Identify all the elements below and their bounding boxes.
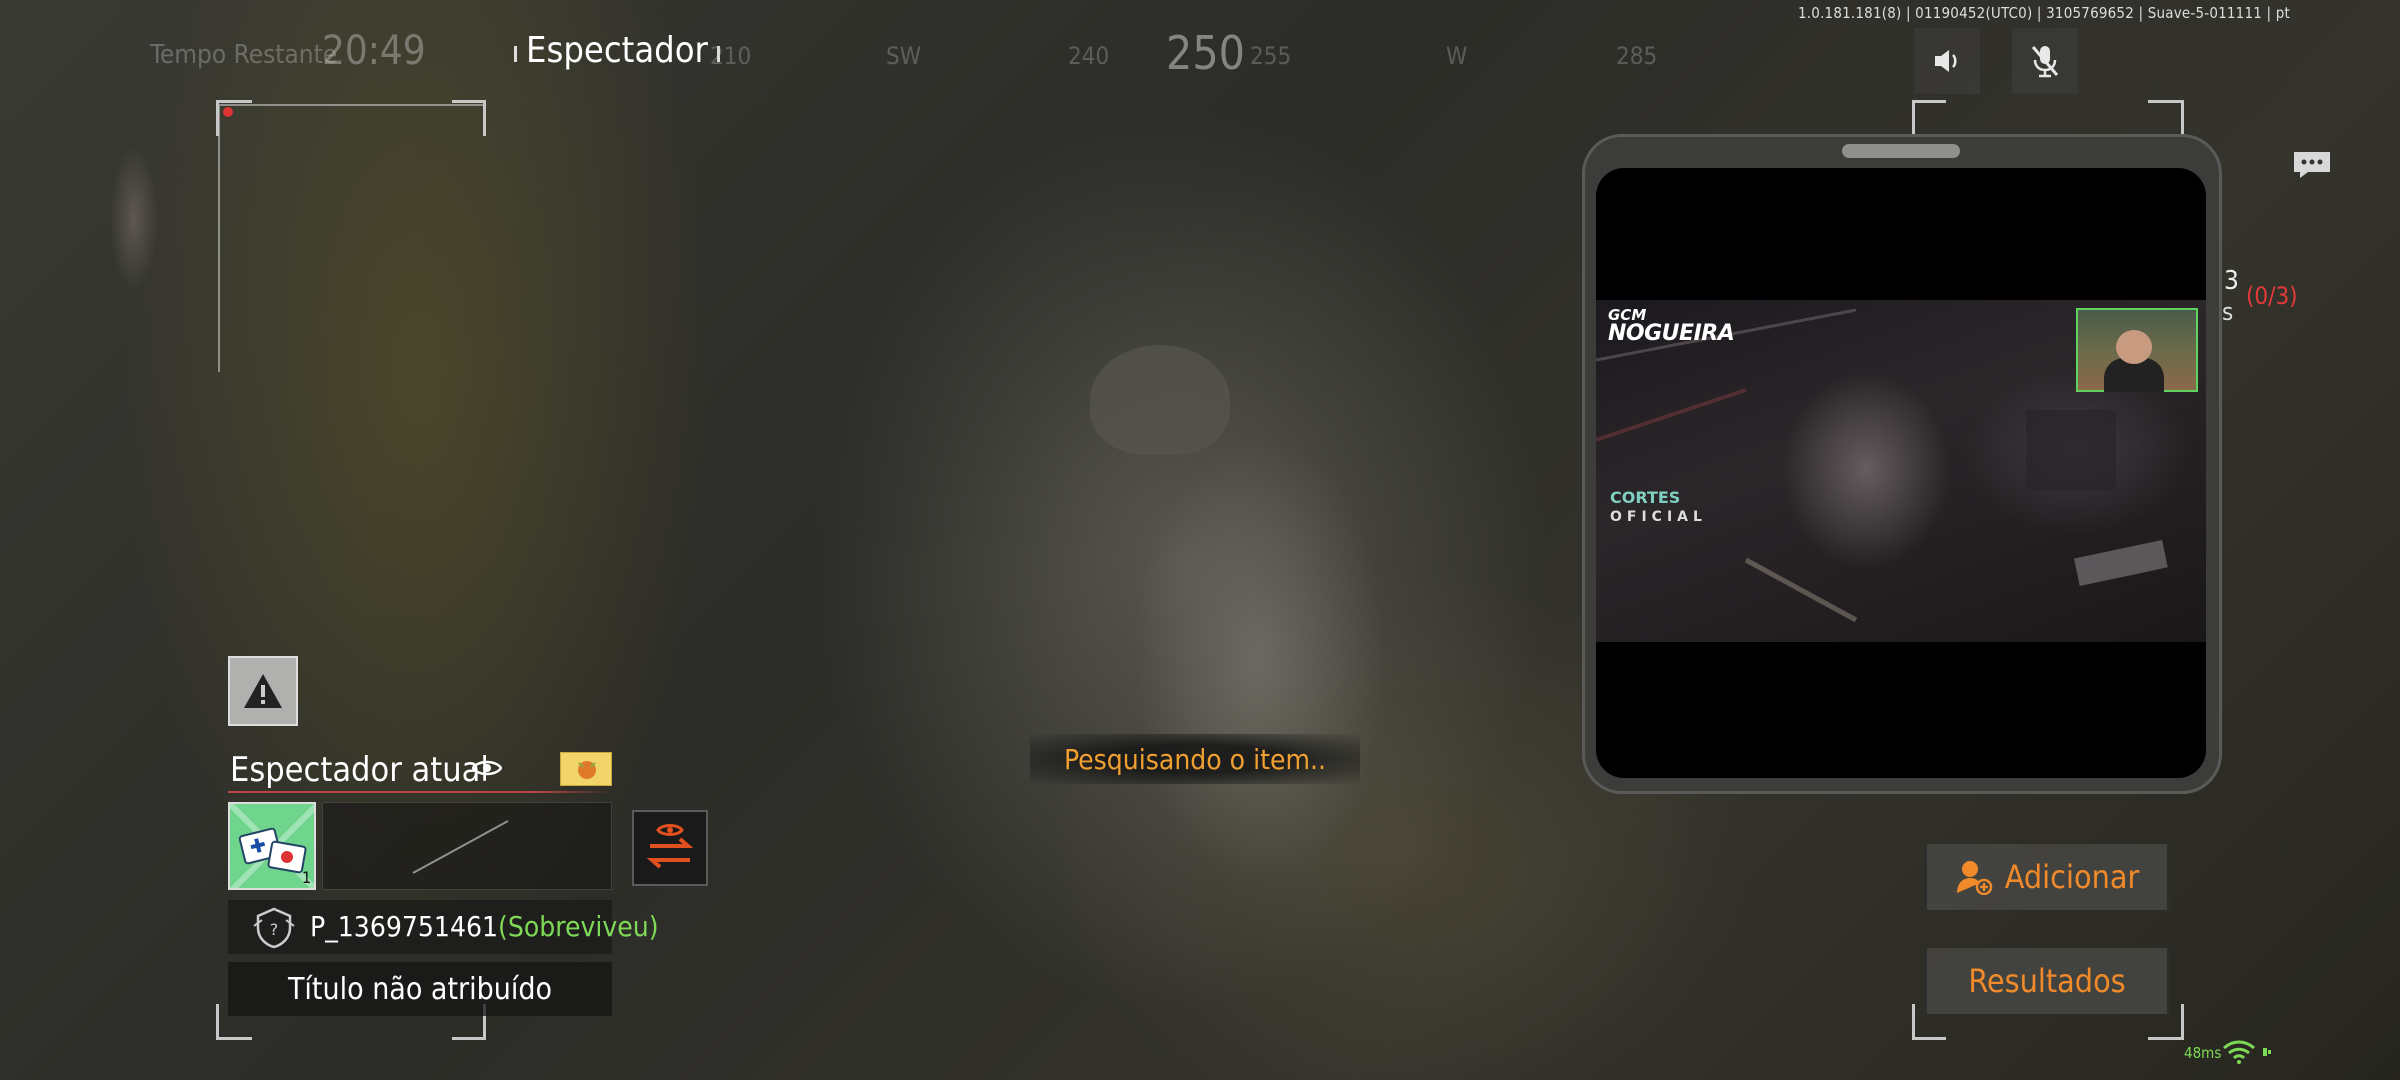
- svg-text:?: ?: [270, 920, 279, 939]
- pip-person-face: [2116, 330, 2152, 364]
- rank-icon: ?: [253, 907, 295, 949]
- video-logo-line1: CORTES: [1610, 488, 1681, 507]
- compass-heading: 250: [1166, 26, 1245, 80]
- mic-toggle-button[interactable]: [2012, 28, 2078, 94]
- signal-indicator-icon: [2263, 1048, 2271, 1056]
- results-button[interactable]: Resultados: [1924, 948, 2170, 1014]
- compass-tick: 210: [710, 42, 752, 70]
- video-logo-line2: OFICIAL: [1610, 509, 1707, 525]
- video-logo: CORTES OFICIAL: [1610, 488, 1707, 525]
- report-warning-button[interactable]: [228, 656, 298, 726]
- stats-graph-line: [412, 820, 509, 874]
- add-friend-label: Adicionar: [2004, 858, 2140, 896]
- add-friend-icon: [1956, 861, 1992, 895]
- player-name-text: P_1369751461: [310, 910, 499, 943]
- clan-flag-badge: [560, 752, 612, 786]
- server-info: 1.0.181.181(8) | 01190452(UTC0) | 310576…: [1798, 4, 2290, 22]
- squad-count: 3: [2224, 266, 2239, 296]
- player-title-row: Título não atribuído: [228, 962, 612, 1016]
- mic-muted-icon: [2031, 46, 2059, 78]
- spectator-divider: [228, 791, 612, 793]
- flag-emblem-icon: [578, 761, 596, 779]
- compass-tick: 240: [1068, 42, 1110, 70]
- compass-tick: 255: [1250, 42, 1292, 70]
- stats-graph-panel: [322, 802, 612, 890]
- compass-tick: W: [1446, 42, 1468, 70]
- sound-toggle-button[interactable]: [1914, 28, 1980, 94]
- video-overlay-title: GCM NOGUEIRA: [1608, 308, 1735, 346]
- player-status-text: (Sobreviveu): [498, 910, 659, 943]
- minimap[interactable]: [218, 104, 486, 372]
- squad-ratio: (0/3): [2246, 282, 2298, 310]
- eye-icon: [472, 760, 502, 776]
- compass-tick: SW: [886, 42, 922, 70]
- minimap-marker-icon: [223, 107, 233, 117]
- chat-bubble-icon[interactable]: [2292, 150, 2332, 180]
- speaker-icon: [1935, 50, 1957, 72]
- compass-tick: 285: [1616, 42, 1658, 70]
- video-pip-webcam: [2076, 308, 2198, 392]
- spectated-player-name: P_1369751461(Sobreviveu): [310, 910, 659, 943]
- time-remaining-label: Tempo Restante: [150, 40, 338, 70]
- searching-item-status: Pesquisando o item..: [1030, 734, 1360, 784]
- warning-icon: [244, 674, 282, 708]
- add-friend-button[interactable]: Adicionar: [1924, 844, 2170, 910]
- switch-view-icon: [646, 824, 694, 869]
- item-count: 1: [302, 868, 312, 887]
- background-soldier: [1000, 300, 1520, 1000]
- switch-spectate-button[interactable]: [632, 810, 708, 886]
- wifi-icon: [2223, 1040, 2255, 1064]
- results-label: Resultados: [1968, 962, 2126, 1000]
- tablet-notch: [1842, 144, 1960, 158]
- squad-suffix: s: [2222, 298, 2234, 326]
- player-silhouette: [100, 118, 168, 318]
- background-helmet: [1090, 345, 1230, 455]
- searching-item-text: Pesquisando o item..: [1063, 742, 1327, 776]
- spectator-mode-title: Espectador: [514, 30, 720, 71]
- current-spectator-label: Espectador atual: [230, 750, 489, 790]
- ping-text: 48ms: [2184, 1044, 2222, 1062]
- video-overlay-line2: NOGUEIRA: [1608, 321, 1735, 346]
- frame-corner: [2148, 100, 2184, 136]
- player-title-text: Título não atribuído: [287, 971, 553, 1007]
- time-remaining-value: 20:49: [322, 28, 426, 74]
- frame-corner: [1912, 100, 1946, 136]
